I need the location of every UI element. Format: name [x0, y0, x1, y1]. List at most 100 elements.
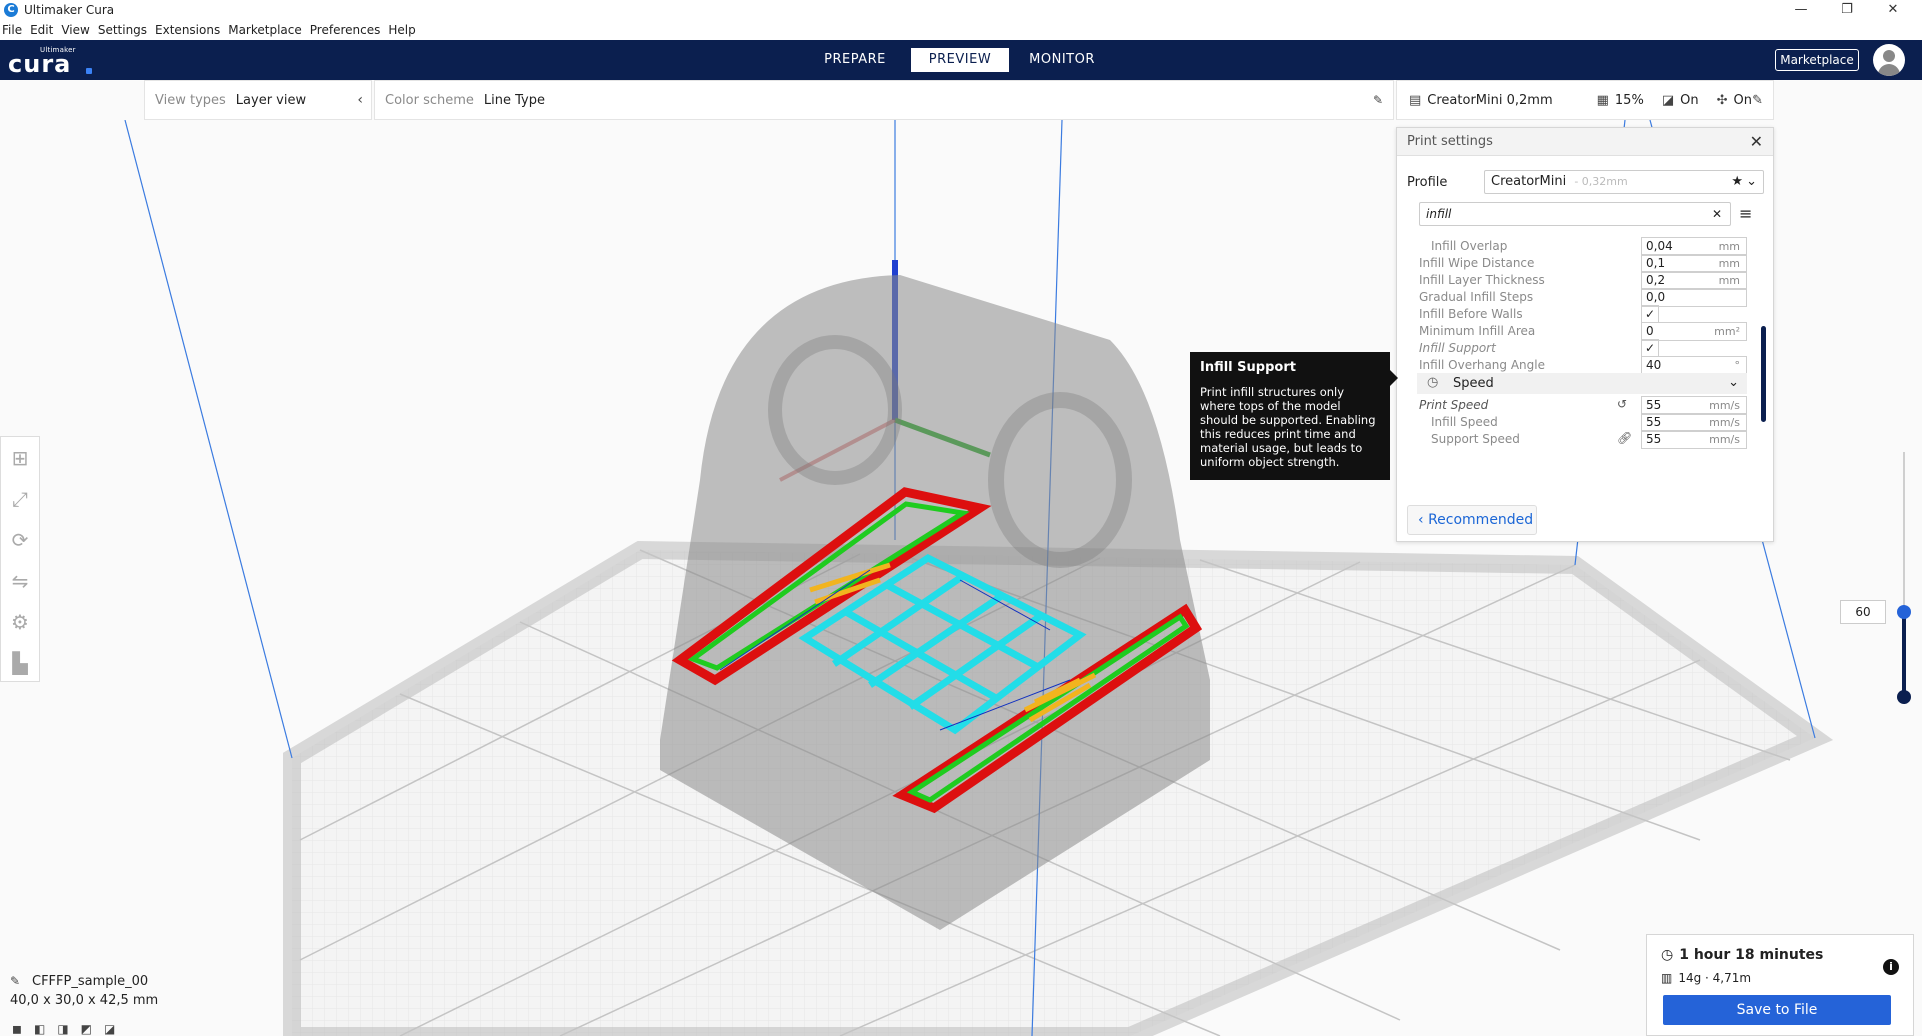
settings-scrollbar[interactable] [1761, 326, 1766, 422]
view-types-selector[interactable]: View types Layer view ‹ [144, 80, 372, 120]
setting-value: 0,1 [1646, 256, 1666, 270]
settings-title: Print settings [1407, 134, 1493, 149]
pencil-icon[interactable]: ✎ [1752, 93, 1763, 108]
cura-app-icon: C [4, 3, 18, 17]
pencil-icon[interactable]: ✎ [1373, 93, 1383, 107]
settings-list: Infill Overlap 0,04 mm Infill Wipe Distan… [1397, 236, 1775, 498]
menu-extensions[interactable]: Extensions [155, 23, 220, 37]
setting-unit: mm/s [1709, 433, 1740, 446]
setting-value: 0,04 [1646, 239, 1673, 253]
menu-marketplace[interactable]: Marketplace [228, 23, 302, 37]
chevron-left-icon[interactable]: ‹ [357, 92, 363, 108]
scale-tool-icon[interactable]: ⤢ [1, 478, 39, 519]
minimize-button[interactable]: — [1778, 0, 1824, 20]
tab-prepare[interactable]: PREPARE [815, 48, 895, 72]
restore-button[interactable]: ❐ [1824, 0, 1870, 20]
mirror-tool-icon[interactable]: ⇋ [1, 560, 39, 601]
tooltip-title: Infill Support [1200, 360, 1296, 375]
menu-file[interactable]: File [2, 23, 22, 37]
infill-icon: ▦ [1596, 92, 1609, 108]
adhesion-icon: ✣ [1716, 92, 1728, 108]
category-speed[interactable]: ◷ Speed ⌄ [1417, 373, 1747, 394]
clock-icon: ◷ [1661, 947, 1674, 963]
layer-slider-range [1902, 612, 1906, 698]
tab-preview[interactable]: PREVIEW [911, 48, 1009, 72]
setting-tooltip: Infill Support Print infill structures o… [1190, 352, 1398, 480]
tool-panel: ⊞ ⤢ ⟳ ⇋ ⚙ ▙ [0, 436, 40, 682]
clock-icon: ◷ [1427, 375, 1439, 390]
color-scheme-selector[interactable]: Color scheme Line Type ✎ [374, 80, 1394, 120]
printer-icon: ▤ [1409, 92, 1422, 108]
setting-value: 55 [1646, 415, 1662, 429]
category-label: Speed [1453, 376, 1494, 391]
print-setup-summary[interactable]: ▤ CreatorMini 0,2mm ▦ 15% ◪ On ✣ On ✎ [1396, 80, 1774, 120]
close-window-button[interactable]: ✕ [1870, 0, 1916, 20]
rotate-tool-icon[interactable]: ⟳ [1, 519, 39, 560]
link-icon: 🔗︎ [1617, 431, 1633, 445]
logo-text: cura [8, 50, 72, 78]
move-tool-icon[interactable]: ⊞ [1, 437, 39, 478]
marketplace-button[interactable]: Marketplace [1775, 49, 1859, 71]
view-front-icon[interactable]: ◧ [34, 1022, 45, 1036]
setting-value: 0,2 [1646, 273, 1666, 287]
profile-layer-height: - 0,32mm [1574, 175, 1628, 188]
setting-name: Infill Overhang Angle [1419, 358, 1545, 372]
view-types-label: View types [155, 92, 226, 108]
chevron-down-icon: ⌄ [1728, 375, 1739, 390]
object-name: CFFFP_sample_00 [32, 974, 149, 989]
star-icon[interactable]: ★ [1731, 171, 1743, 193]
save-to-file-button[interactable]: Save to File [1663, 995, 1891, 1025]
support-blocker-icon[interactable]: ▙ [1, 642, 39, 683]
spool-icon: ▥ [1661, 971, 1673, 985]
menu-settings[interactable]: Settings [98, 23, 147, 37]
layer-slider-lower-handle[interactable] [1897, 690, 1911, 704]
menu-help[interactable]: Help [388, 23, 415, 37]
recommended-button[interactable]: ‹ Recommended [1407, 505, 1537, 535]
menu-view[interactable]: View [61, 23, 89, 37]
clear-search-icon[interactable]: ✕ [1712, 203, 1722, 225]
title-bar: C Ultimaker Cura — ❐ ✕ [0, 0, 1922, 20]
setting-input[interactable]: 55 mm/s [1641, 430, 1747, 449]
menu-preferences[interactable]: Preferences [310, 23, 381, 37]
profile-dropdown[interactable]: CreatorMini - 0,32mm ★ ⌄ [1484, 170, 1764, 194]
view-top-icon[interactable]: ◨ [57, 1022, 68, 1036]
tooltip-arrow [1390, 370, 1398, 386]
color-scheme-label: Color scheme [385, 92, 474, 108]
info-icon[interactable]: i [1883, 959, 1899, 975]
reset-icon[interactable]: ↺ [1617, 397, 1627, 411]
camera-view-buttons: ◼ ◧ ◨ ◩ ◪ [12, 1022, 115, 1036]
view-right-icon[interactable]: ◪ [104, 1022, 115, 1036]
settings-search-input[interactable]: infill ✕ [1419, 202, 1731, 226]
view-left-icon[interactable]: ◩ [81, 1022, 92, 1036]
material-value: 14g · 4,71m [1678, 971, 1752, 985]
setting-value: 40 [1646, 358, 1662, 372]
print-settings-panel: Print settings ✕ Profile CreatorMini - 0… [1396, 127, 1774, 542]
logo-dot [86, 68, 92, 74]
account-avatar[interactable] [1873, 44, 1905, 76]
profile-label: Profile [1407, 174, 1448, 190]
setting-value: 0,0 [1646, 290, 1666, 304]
menu-edit[interactable]: Edit [30, 23, 53, 37]
pencil-icon[interactable]: ✎ [10, 974, 20, 988]
view-3d-icon[interactable]: ◼ [12, 1022, 22, 1036]
tab-monitor[interactable]: MONITOR [1022, 48, 1102, 72]
support-icon: ◪ [1661, 92, 1675, 108]
printer-profile: CreatorMini 0,2mm [1427, 92, 1553, 108]
per-model-settings-icon[interactable]: ⚙ [1, 601, 39, 642]
layer-slider-upper-handle[interactable] [1897, 605, 1911, 619]
close-icon[interactable]: ✕ [1750, 132, 1763, 151]
layer-number-input[interactable]: 60 [1840, 600, 1886, 624]
setting-value: 55 [1646, 432, 1662, 446]
menu-bar: File Edit View Settings Extensions Marke… [0, 20, 1922, 40]
setting-value: 55 [1646, 398, 1662, 412]
object-info: ✎ CFFFP_sample_00 40,0 x 30,0 x 42,5 mm [10, 974, 158, 1008]
setting-name: Minimum Infill Area [1419, 324, 1536, 338]
settings-menu-icon[interactable]: ≡ [1739, 204, 1752, 223]
setting-name: Infill Before Walls [1419, 307, 1523, 321]
setting-name: Infill Layer Thickness [1419, 273, 1545, 287]
print-time-value: 1 hour 18 minutes [1679, 947, 1824, 963]
print-output-panel: ◷ 1 hour 18 minutes ▥ 14g · 4,71m i Save… [1646, 934, 1914, 1036]
profile-value: CreatorMini [1491, 174, 1567, 189]
setting-name: Infill Wipe Distance [1419, 256, 1535, 270]
settings-header: Print settings ✕ [1397, 128, 1773, 156]
